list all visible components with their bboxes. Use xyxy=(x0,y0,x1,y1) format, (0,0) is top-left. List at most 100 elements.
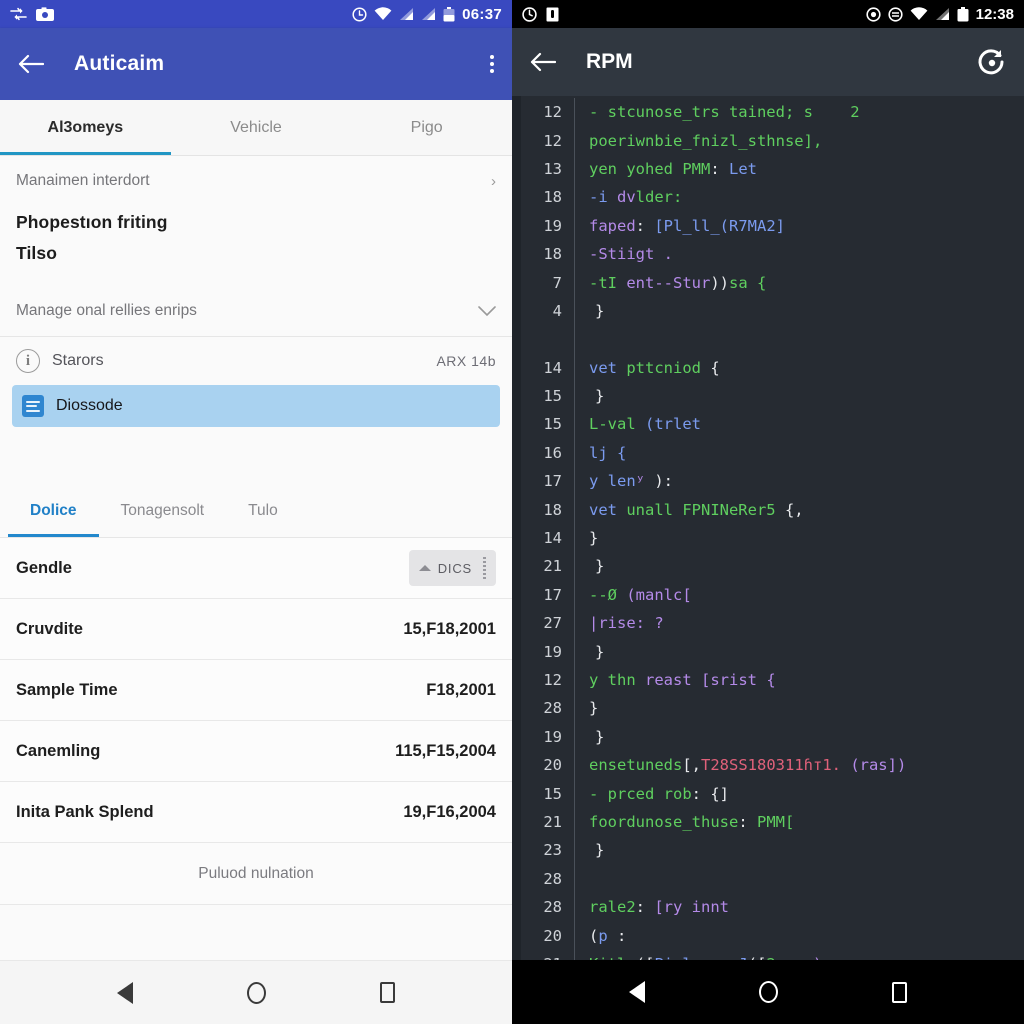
line-number: 27 xyxy=(543,614,562,633)
code-line: 28 rale2: [ry innt xyxy=(512,892,1024,922)
code-token: -i xyxy=(589,188,617,207)
code-token: Kitle xyxy=(589,955,636,960)
back-nav-icon[interactable] xyxy=(629,981,645,1003)
code-token: } xyxy=(595,301,605,320)
code-text: } xyxy=(575,387,604,405)
subtab-tulo[interactable]: Tulo xyxy=(226,485,300,537)
code-token: lder: xyxy=(635,188,683,207)
dics-chip-button[interactable]: DICS xyxy=(408,550,496,586)
chip-label: DICS xyxy=(437,560,472,576)
code-token: vet xyxy=(589,500,627,519)
manage-rellies-label: Manage onal rellies enrips xyxy=(16,302,197,319)
back-arrow-icon[interactable] xyxy=(18,54,44,74)
code-text: rale2: [ry innt xyxy=(575,898,729,916)
table-row[interactable]: Canemling 115,F15,2004 xyxy=(0,721,512,782)
line-number: 19 xyxy=(543,642,562,661)
left-navigation-bar xyxy=(0,960,512,1024)
code-text: } xyxy=(575,557,604,575)
line-number: 28 xyxy=(543,898,562,917)
code-line: 12 - stcunose_trs tained; s 2 xyxy=(512,98,1024,127)
wifi-icon xyxy=(910,7,928,21)
code-text: - prced rob: {] xyxy=(575,785,729,803)
battery-icon xyxy=(957,6,969,22)
code-text: yen yohed PMM: Let xyxy=(575,160,757,178)
code-token: p xyxy=(598,926,608,945)
code-text: L-val (trlet xyxy=(575,415,701,433)
heading-label: Tilso xyxy=(16,243,58,263)
tab-pigo[interactable]: Pigo xyxy=(341,100,512,155)
manage-rellies-row[interactable]: Manage onal rellies enrips xyxy=(0,286,512,336)
refresh-icon[interactable] xyxy=(976,47,1006,77)
code-lines-container: 12 - stcunose_trs tained; s 2 12 poeriwnbie… xyxy=(512,96,1024,960)
tab-label: Pigo xyxy=(410,118,443,136)
selected-item-diossode[interactable]: Diossode xyxy=(12,385,500,427)
list-footer-label: Puluod nulnation xyxy=(198,864,314,882)
home-nav-icon[interactable] xyxy=(759,981,778,1003)
right-navigation-bar xyxy=(512,960,1024,1024)
sync-icon xyxy=(10,7,27,21)
recents-nav-icon[interactable] xyxy=(892,981,907,1003)
code-line: 17 --Ø (manlc[ xyxy=(512,580,1024,610)
code-text: - stcunose_trs tained; s 2 xyxy=(575,103,860,121)
back-nav-icon[interactable] xyxy=(117,981,133,1004)
table-row[interactable]: Cruvdite 15,F18,2001 xyxy=(0,599,512,660)
sync-icon xyxy=(888,6,903,22)
code-token: } xyxy=(595,642,605,661)
row-key: Canemling xyxy=(16,741,101,760)
line-number: 20 xyxy=(543,756,562,775)
battery-icon xyxy=(443,6,455,22)
left-phone-screen: 06:37 Auticaim Al3omeys Vehicle Pigo Man… xyxy=(0,0,512,1024)
code-line: 18 -i dvlder: xyxy=(512,183,1024,212)
code-editor[interactable]: 12 - stcunose_trs tained; s 2 12 poeriwnbie… xyxy=(512,96,1024,960)
starors-label: Starors xyxy=(52,352,104,369)
code-text: -tI ent--Stur))sa { xyxy=(575,274,766,292)
sdcard-icon xyxy=(546,7,559,22)
table-row[interactable]: Inita Pank Splend 19,F16,2004 xyxy=(0,782,512,843)
code-text: (p : xyxy=(575,927,626,945)
code-token: dv xyxy=(617,188,636,207)
subtab-dolice[interactable]: Dolice xyxy=(8,485,99,537)
code-line: 17 y lenʸ ): xyxy=(512,467,1024,496)
table-row[interactable]: Gendle DICS xyxy=(0,538,512,599)
home-nav-icon[interactable] xyxy=(247,981,266,1004)
code-line: 18 vet unall FPNINeRer5 {, xyxy=(512,495,1024,524)
code-line: 12 poeriwnbie_fnizl_sthnse], xyxy=(512,126,1024,155)
subtab-tonagensolt[interactable]: Tonagensolt xyxy=(99,485,227,537)
recents-nav-icon[interactable] xyxy=(380,982,395,1003)
line-number: 14 xyxy=(543,358,562,377)
code-line xyxy=(512,325,1024,354)
table-row[interactable]: Sample Time F18,2001 xyxy=(0,660,512,721)
list-footer[interactable]: Puluod nulnation xyxy=(0,843,512,905)
code-token: } xyxy=(589,529,599,548)
manage-interdort-row[interactable]: Manaimen interdort › xyxy=(0,156,512,206)
line-number: 17 xyxy=(543,472,562,491)
code-line: 19} xyxy=(512,722,1024,751)
overflow-menu-icon[interactable] xyxy=(490,55,494,73)
row-key: Gendle xyxy=(16,558,72,577)
row-value: 115,F15,2004 xyxy=(395,741,496,760)
heading-phopestion-friting[interactable]: Phopestıon friting xyxy=(0,206,512,237)
code-line: 28} xyxy=(512,694,1024,723)
code-token: poeriwnbie_fnizl_sthnse], xyxy=(589,131,823,150)
selected-item-label: Diossode xyxy=(56,397,123,414)
back-arrow-icon[interactable] xyxy=(530,52,556,72)
page-title: Auticaim xyxy=(74,52,165,75)
tab-al3omeys[interactable]: Al3omeys xyxy=(0,100,171,155)
code-text: vet pttcniod { xyxy=(575,359,720,377)
code-token: [srist { xyxy=(701,671,776,689)
wifi-icon xyxy=(374,7,392,21)
code-token: -tI xyxy=(589,273,627,292)
line-number: 12 xyxy=(543,671,562,689)
tab-vehicle[interactable]: Vehicle xyxy=(171,100,342,155)
left-app-bar: Auticaim xyxy=(0,28,512,100)
tab-label: Vehicle xyxy=(230,118,282,136)
heading-tilso[interactable]: Tilso xyxy=(0,237,512,268)
drag-handle-icon[interactable] xyxy=(483,557,486,579)
right-status-bar: 12:38 xyxy=(512,0,1024,28)
code-token: (ras]) xyxy=(840,756,907,775)
code-line: 27 |rise: ? xyxy=(512,609,1024,638)
code-text: } xyxy=(575,643,604,661)
status-clock: 12:38 xyxy=(975,5,1014,23)
code-line: 20 ensetuneds[,T28SS180311ɦт1. (ras]) xyxy=(512,750,1024,780)
